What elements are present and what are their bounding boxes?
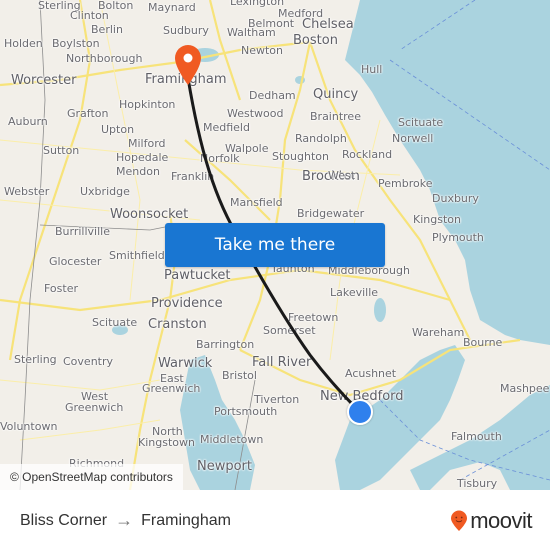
moovit-pin-icon: [451, 510, 468, 531]
trip-summary: Bliss Corner → Framingham: [20, 510, 231, 531]
trip-footer: Bliss Corner → Framingham moovit: [0, 490, 550, 550]
take-me-there-button[interactable]: Take me there: [165, 223, 385, 267]
map-view[interactable]: Sterling Bolton Maynard Lexington Clinton Med…: [0, 0, 550, 490]
destination-name: Framingham: [141, 511, 231, 529]
arrow-right-icon: →: [115, 510, 134, 530]
brand-name: moovit: [470, 508, 532, 533]
current-location-dot-icon[interactable]: [347, 399, 373, 425]
origin-name: Bliss Corner: [20, 511, 108, 529]
destination-pin-icon[interactable]: [173, 44, 203, 86]
moovit-logo: moovit: [450, 508, 532, 534]
map-attribution[interactable]: © OpenStreetMap contributors: [0, 464, 183, 490]
